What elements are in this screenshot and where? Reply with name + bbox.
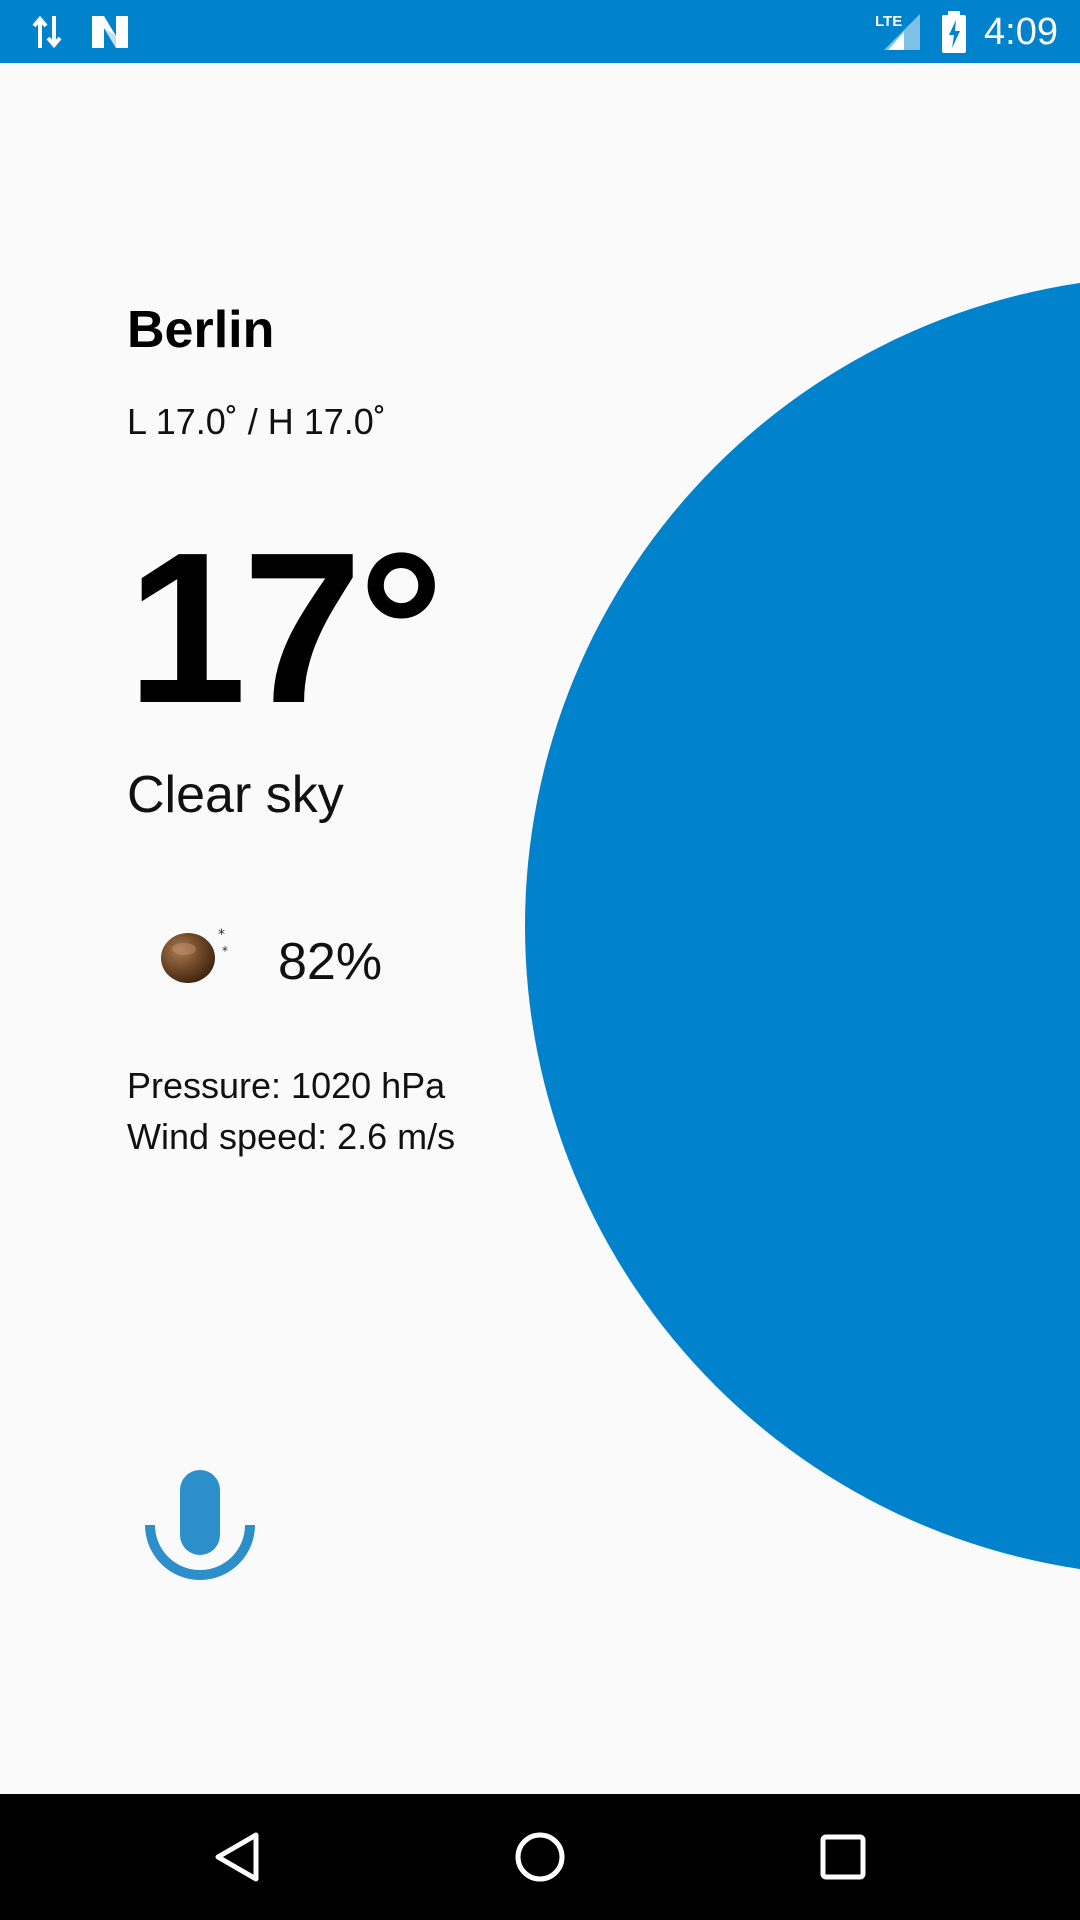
home-icon: [515, 1832, 565, 1882]
svg-text:*: *: [218, 927, 225, 943]
back-button[interactable]: [208, 1827, 268, 1887]
svg-text:*: *: [222, 944, 228, 958]
back-icon: [215, 1832, 259, 1882]
weather-details: Pressure: 1020 hPa Wind speed: 2.6 m/s: [127, 1060, 455, 1162]
pressure-text: Pressure: 1020 hPa: [127, 1065, 446, 1106]
low-high-temperature: L 17.0˚ / H 17.0˚: [127, 401, 386, 442]
status-bar: LTE 4:09: [0, 0, 1080, 63]
microphone-icon: [145, 1470, 255, 1580]
sun-circle: [525, 276, 1080, 1576]
voice-input-button[interactable]: [140, 1465, 260, 1595]
humidity-icon: * *: [160, 925, 232, 987]
city-name: Berlin: [127, 301, 275, 359]
n-notification-icon: [88, 10, 132, 59]
status-time: 4:09: [984, 11, 1058, 53]
lte-label: LTE: [875, 13, 902, 30]
data-transfer-icon: [30, 10, 66, 59]
home-button[interactable]: [510, 1827, 570, 1887]
weather-description: Clear sky: [127, 766, 344, 824]
humidity-value: 82%: [278, 933, 383, 991]
current-temperature: 17°: [127, 507, 444, 748]
recents-icon: [820, 1834, 866, 1880]
lte-signal-icon: LTE: [874, 10, 924, 59]
recents-button[interactable]: [813, 1827, 873, 1887]
wind-speed-text: Wind speed: 2.6 m/s: [127, 1116, 456, 1157]
navigation-bar: [0, 1794, 1080, 1920]
weather-screen: LTE 4:09 Berlin L 17.0˚ / H 17.0˚ 17° Cl…: [0, 0, 1080, 1920]
battery-charging-icon: [940, 10, 968, 59]
